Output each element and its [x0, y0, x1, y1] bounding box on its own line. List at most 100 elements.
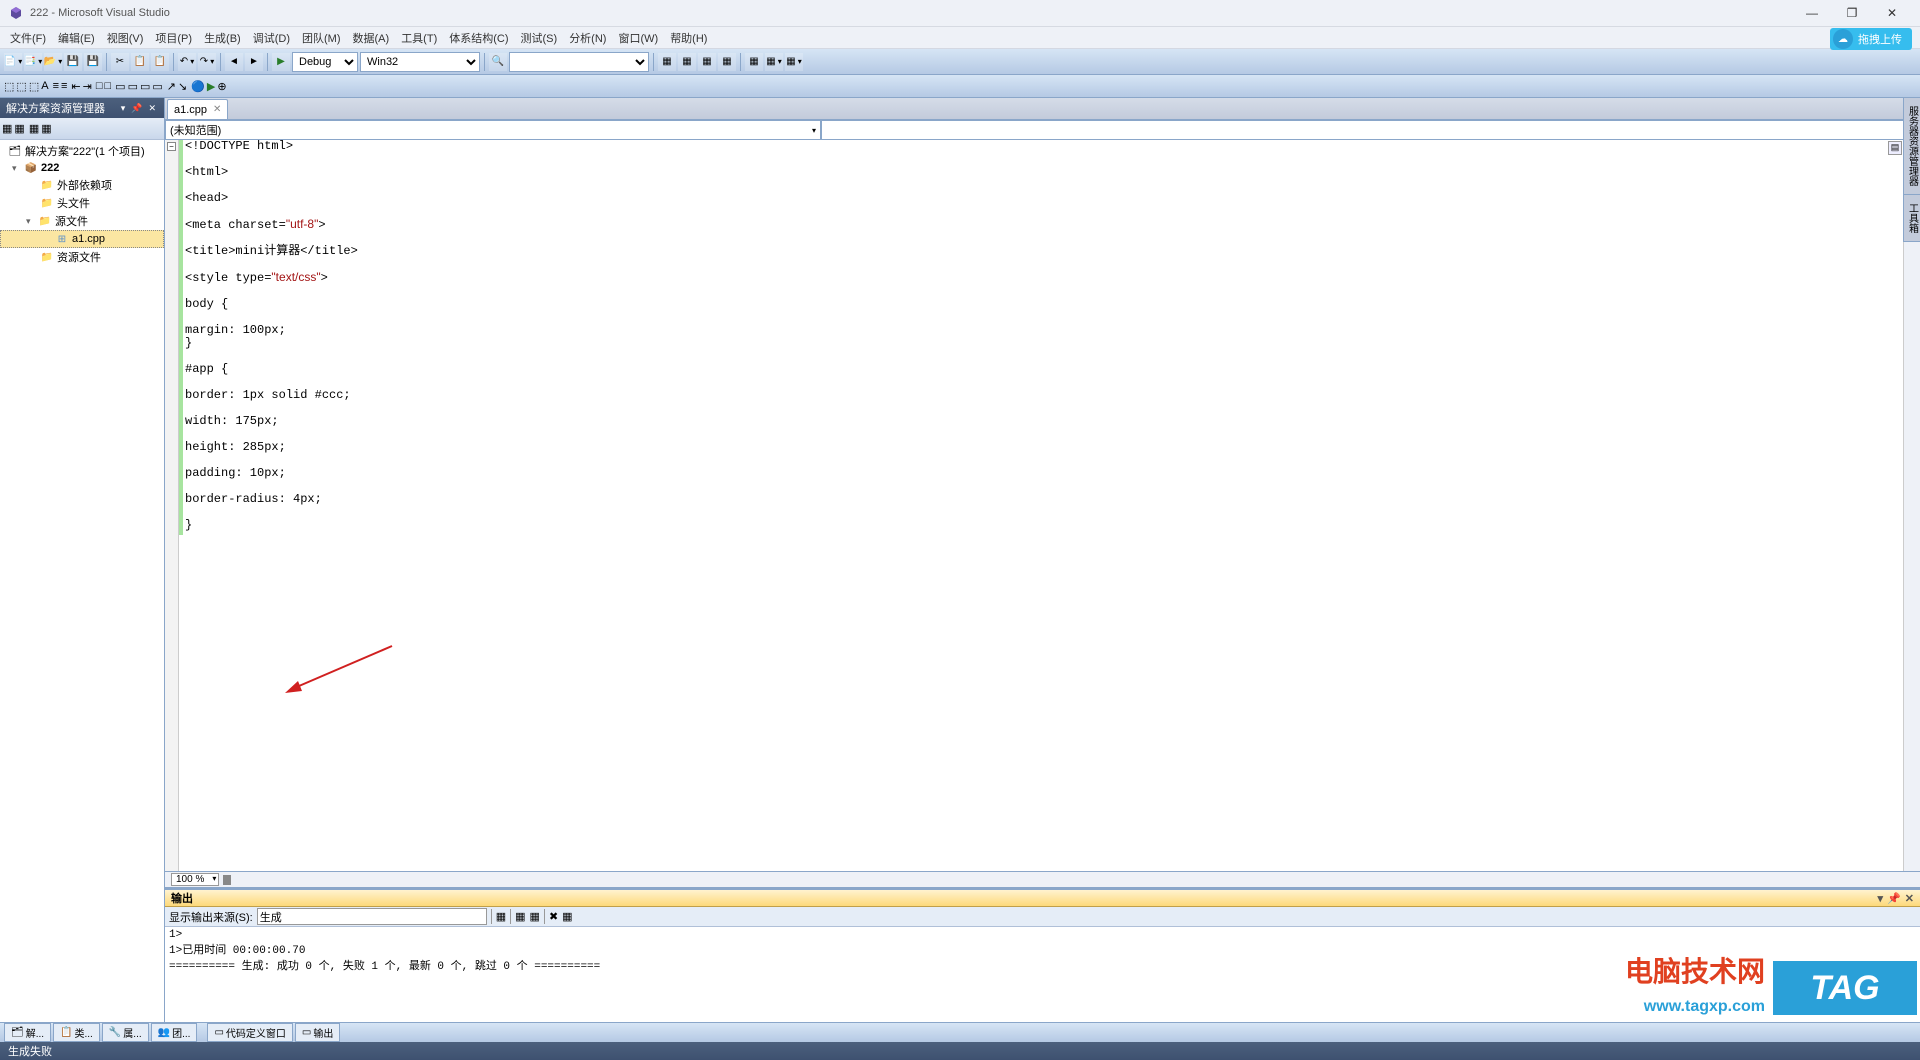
menu-debug[interactable]: 调试(D) — [247, 28, 296, 48]
menu-test[interactable]: 测试(S) — [515, 28, 564, 48]
out-btn-1[interactable]: ▦ — [496, 910, 506, 923]
tb2-17[interactable]: 🔵 — [191, 80, 205, 93]
tb-misc-1[interactable]: ▦ — [658, 53, 676, 71]
tb-misc-2[interactable]: ▦ — [678, 53, 696, 71]
tab-a1cpp[interactable]: a1.cpp ✕ — [167, 99, 228, 119]
btab-team[interactable]: 👥 团... — [151, 1023, 198, 1042]
tb-misc-5[interactable]: ▦ — [745, 53, 763, 71]
config-combo[interactable]: Debug — [292, 52, 358, 72]
tb2-11[interactable]: ▭ — [115, 80, 125, 93]
expand-arrow-icon[interactable]: ▾ — [12, 163, 24, 174]
se-btn-4[interactable]: ▦ — [41, 122, 51, 135]
menu-analyze[interactable]: 分析(N) — [563, 28, 612, 48]
new-project-button[interactable]: 📄 — [4, 53, 22, 71]
panel-dropdown-icon[interactable]: ▾ — [119, 103, 128, 114]
out-btn-5[interactable]: ▦ — [562, 910, 572, 923]
tb2-7[interactable]: ⇤ — [71, 80, 80, 93]
tb2-5[interactable]: ≡ — [53, 80, 59, 92]
se-btn-1[interactable]: ▦ — [2, 122, 12, 135]
menu-arch[interactable]: 体系结构(C) — [443, 28, 514, 48]
menu-view[interactable]: 视图(V) — [101, 28, 150, 48]
vertical-scrollbar[interactable] — [1903, 140, 1920, 871]
toolbox-tab[interactable]: 工具箱 — [1904, 195, 1920, 242]
output-header[interactable]: 输出 ▾ 📌 ✕ — [165, 890, 1920, 907]
out-btn-2[interactable]: ▦ — [515, 910, 525, 923]
tree-project[interactable]: ▾ 📦 222 — [0, 160, 164, 176]
tb2-18[interactable]: ▶ — [207, 80, 215, 93]
menu-help[interactable]: 帮助(H) — [664, 28, 713, 48]
output-close-icon[interactable]: ✕ — [1905, 892, 1914, 905]
cloud-upload-button[interactable]: ☁ 拖拽上传 — [1830, 28, 1912, 50]
zoom-slider[interactable] — [223, 875, 231, 885]
scope-combo[interactable]: (未知范围)▾ — [165, 120, 821, 140]
menu-edit[interactable]: 编辑(E) — [52, 28, 101, 48]
menu-team[interactable]: 团队(M) — [296, 28, 347, 48]
tb2-3[interactable]: ⬚ — [29, 80, 39, 93]
se-btn-2[interactable]: ▦ — [14, 122, 24, 135]
find-button[interactable]: 🔍 — [489, 53, 507, 71]
menu-data[interactable]: 数据(A) — [347, 28, 396, 48]
tb2-12[interactable]: ▭ — [128, 80, 138, 93]
output-pin-icon[interactable]: 📌 — [1887, 892, 1901, 905]
nav-back-button[interactable]: ◄ — [225, 53, 243, 71]
start-debug-button[interactable]: ▶ — [272, 53, 290, 71]
save-all-button[interactable]: 💾 — [84, 53, 102, 71]
tree-folder-header[interactable]: 📁 头文件 — [0, 194, 164, 212]
code-text[interactable]: <!DOCTYPE html> <html> <head> <meta char… — [183, 140, 1903, 871]
tb2-2[interactable]: ⬚ — [16, 80, 26, 93]
menu-file[interactable]: 文件(F) — [4, 28, 52, 48]
menu-window[interactable]: 窗口(W) — [612, 28, 664, 48]
tree-folder-external[interactable]: 📁 外部依赖项 — [0, 176, 164, 194]
btab-prop[interactable]: 🔧 属... — [102, 1023, 149, 1042]
server-explorer-tab[interactable]: 服务器资源管理器 — [1904, 98, 1920, 195]
redo-button[interactable]: ↷ — [198, 53, 216, 71]
se-btn-3[interactable]: ▦ — [29, 122, 39, 135]
tree-file-a1cpp[interactable]: ⊞ a1.cpp — [0, 230, 164, 248]
tb2-16[interactable]: ↘ — [178, 80, 187, 93]
tb-misc-7[interactable]: ▦ — [785, 53, 803, 71]
panel-close-icon[interactable]: ✕ — [146, 103, 158, 114]
output-dropdown-icon[interactable]: ▾ — [1878, 892, 1884, 905]
save-button[interactable]: 💾 — [64, 53, 82, 71]
find-combo[interactable] — [509, 52, 649, 72]
tb-misc-6[interactable]: ▦ — [765, 53, 783, 71]
tb2-1[interactable]: ⬚ — [4, 80, 14, 93]
tb2-4[interactable]: A — [41, 80, 48, 92]
tb-misc-3[interactable]: ▦ — [698, 53, 716, 71]
btab-solution[interactable]: 🗂 解... — [4, 1023, 51, 1042]
tb2-9[interactable]: □ — [96, 80, 103, 92]
zoom-combo[interactable]: 100 % — [171, 873, 219, 886]
tb2-13[interactable]: ▭ — [140, 80, 150, 93]
out-btn-4[interactable]: ✖ — [549, 910, 558, 923]
open-button[interactable]: 📂 — [44, 53, 62, 71]
menu-build[interactable]: 生成(B) — [198, 28, 247, 48]
tb2-6[interactable]: ≡ — [61, 80, 67, 92]
solution-explorer-header[interactable]: 解决方案资源管理器 ▾ 📌 ✕ — [0, 98, 164, 118]
tree-solution[interactable]: 🗂 解决方案"222"(1 个项目) — [0, 142, 164, 160]
close-button[interactable]: ✕ — [1872, 2, 1912, 24]
nav-fwd-button[interactable]: ► — [245, 53, 263, 71]
maximize-button[interactable]: ❐ — [1832, 2, 1872, 24]
tb2-14[interactable]: ▭ — [152, 80, 162, 93]
panel-pin-icon[interactable]: 📌 — [129, 103, 144, 114]
tab-close-icon[interactable]: ✕ — [213, 104, 221, 115]
solution-tree[interactable]: 🗂 解决方案"222"(1 个项目) ▾ 📦 222 📁 外部依赖项 📁 头文件 — [0, 140, 164, 1022]
tb-misc-4[interactable]: ▦ — [718, 53, 736, 71]
undo-button[interactable]: ↶ — [178, 53, 196, 71]
out-btn-3[interactable]: ▦ — [530, 910, 540, 923]
code-editor[interactable]: − <!DOCTYPE html> <html> <head> <meta ch… — [165, 140, 1920, 871]
minimize-button[interactable]: — — [1792, 2, 1832, 24]
add-item-button[interactable]: 📑 — [24, 53, 42, 71]
outline-collapse-icon[interactable]: − — [167, 142, 176, 151]
btab-codedef[interactable]: ▭ 代码定义窗口 — [207, 1023, 292, 1042]
tree-folder-source[interactable]: ▾ 📁 源文件 — [0, 212, 164, 230]
menu-tools[interactable]: 工具(T) — [395, 28, 443, 48]
menu-project[interactable]: 项目(P) — [149, 28, 198, 48]
paste-button[interactable]: 📋 — [151, 53, 169, 71]
tb2-10[interactable]: □ — [105, 80, 112, 92]
btab-output[interactable]: ▭ 输出 — [295, 1023, 340, 1042]
tb2-8[interactable]: ⇥ — [83, 80, 92, 93]
member-combo[interactable]: ▾ — [821, 120, 1920, 140]
platform-combo[interactable]: Win32 — [360, 52, 480, 72]
btab-class[interactable]: 📋 类... — [53, 1023, 100, 1042]
